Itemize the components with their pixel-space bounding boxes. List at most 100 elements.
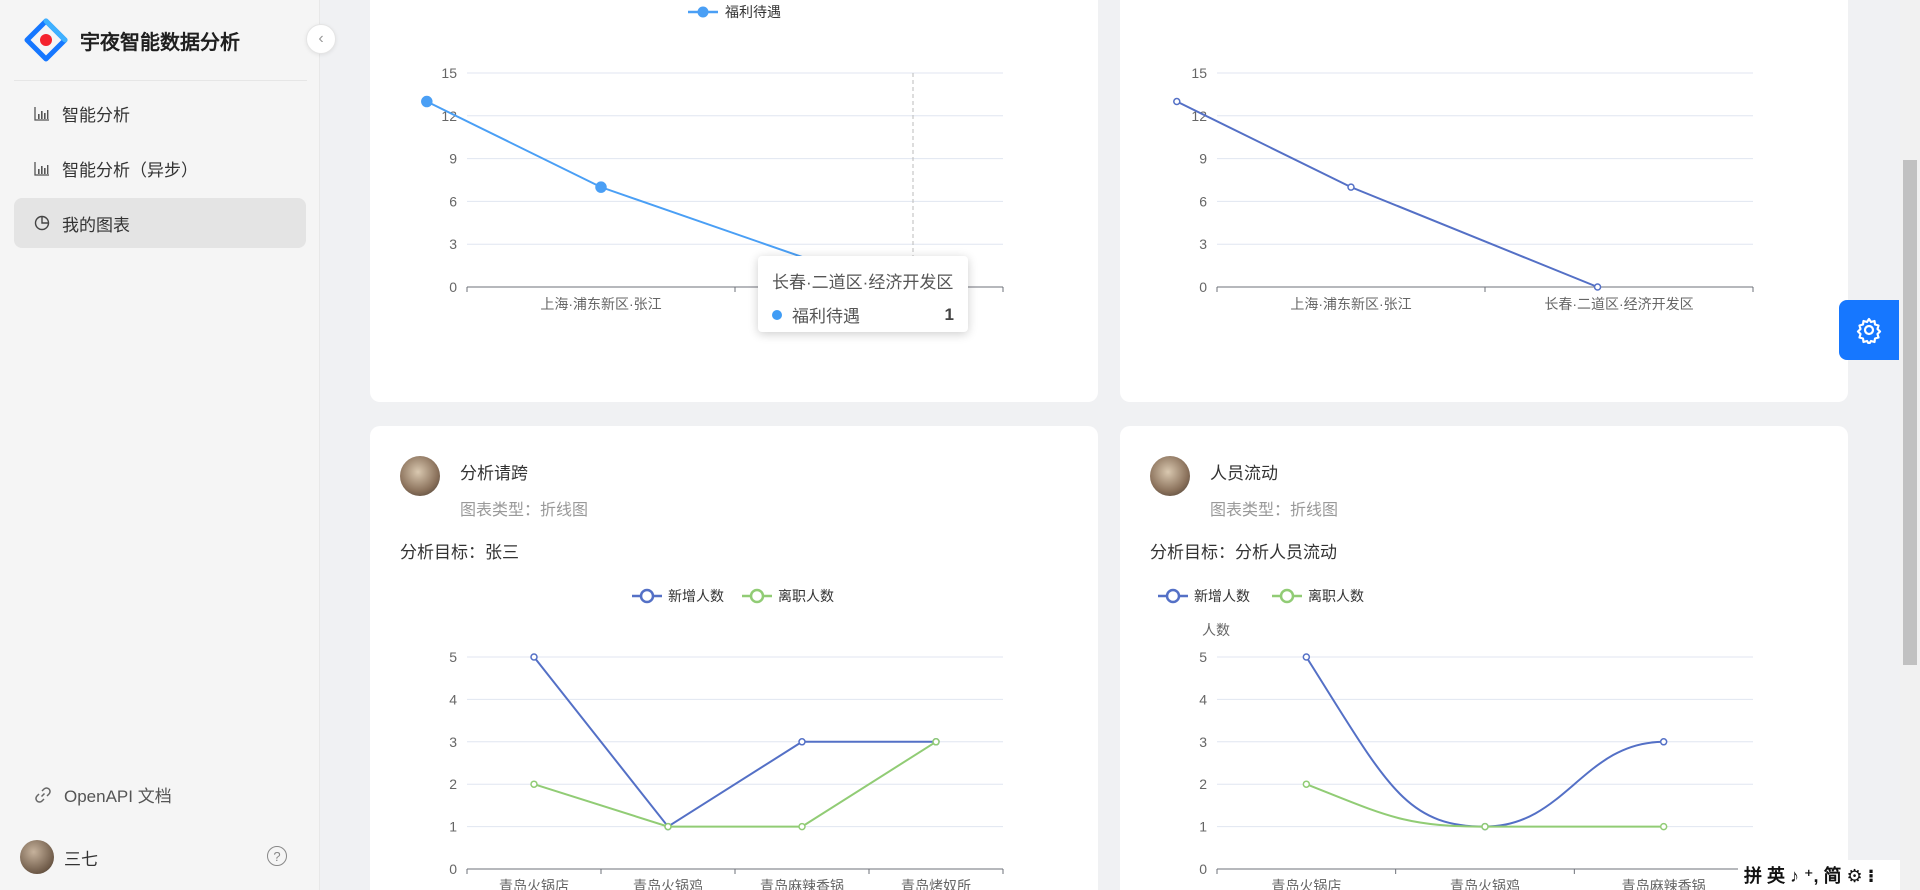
y-tick-label: 3 <box>1199 734 1207 750</box>
menu-item-my-charts[interactable]: 我的图表 <box>14 198 306 248</box>
y-tick-label: 1 <box>449 819 457 835</box>
y-tick-label: 0 <box>449 861 457 877</box>
legend[interactable]: 离职人数 <box>742 588 834 604</box>
data-point <box>1302 780 1311 788</box>
series-line <box>1305 783 1664 828</box>
ime-toolbar[interactable]: 拼 英 ♪ ⁺, 简 ⚙ ⁝ <box>1738 860 1900 890</box>
y-tick-label: 3 <box>449 734 457 750</box>
gear-icon <box>1856 317 1882 344</box>
data-point <box>1481 822 1489 831</box>
pie-chart-icon <box>34 215 50 231</box>
user-name: 三七 <box>64 849 98 869</box>
data-point <box>421 95 433 108</box>
x-tick-label: 青岛火锅店 <box>499 878 569 890</box>
x-tick-label: 青岛麻辣香锅 <box>1622 878 1706 890</box>
series-dot <box>772 309 782 320</box>
y-tick-label: 3 <box>1199 236 1207 252</box>
y-tick-label: 9 <box>1199 151 1207 167</box>
y-tick-label: 2 <box>1199 776 1207 792</box>
legend[interactable]: 福利待遇 <box>688 4 781 20</box>
x-tick-label: 上海·浦东新区·张江 <box>540 296 661 312</box>
chart-3: 新增人数 离职人数 0 1 2 3 4 5 青岛火锅店 青岛火锅鸡 青岛麻辣香锅 青岛烤奴所 <box>449 588 1004 890</box>
collapse-sidebar-button[interactable]: ‹ <box>306 24 336 54</box>
data-point <box>932 738 940 746</box>
data-point <box>1593 283 1602 291</box>
x-tick-label: 青岛烤奴所 <box>901 878 971 890</box>
user-profile[interactable]: 三七 ? <box>20 840 305 874</box>
ime-status: 拼 英 ♪ ⁺, 简 ⚙ ⁝ <box>1744 866 1875 886</box>
link-icon <box>35 786 51 803</box>
legend-label: 离职人数 <box>778 588 834 604</box>
legend[interactable]: 新增人数 <box>632 588 724 604</box>
data-point <box>798 738 806 746</box>
data-point <box>1659 738 1668 746</box>
chart-grid: 03691215上海·浦东新区·张江长春·二道区·经济开发区 <box>1191 65 1754 312</box>
x-tick-label: 上海·浦东新区·张江 <box>1290 296 1411 312</box>
chart-4: 新增人数 离职人数 人数 0 1 2 3 4 5 青岛火锅店 青岛火锅鸡 青岛麻辣香锅 <box>1158 588 1754 890</box>
legend-label: 新增人数 <box>1194 588 1250 604</box>
y-tick-label: 2 <box>449 776 457 792</box>
x-tick-label: 青岛麻辣香锅 <box>760 878 844 890</box>
data-point <box>530 780 538 788</box>
bar-chart-icon <box>34 105 50 121</box>
menu-item-smart-analysis[interactable]: 智能分析 <box>14 88 306 138</box>
sidebar: 宇夜智能数据分析 智能分析 智能分析（异步） 我的图表 OpenAPI 文档 三… <box>0 0 320 890</box>
menu-label: 智能分析（异步） <box>62 160 198 180</box>
x-tick-label: 青岛火锅鸡 <box>633 878 703 890</box>
series-line <box>1176 100 1598 288</box>
y-tick-label: 15 <box>1191 65 1207 81</box>
y-tick-label: 9 <box>449 151 457 167</box>
avatar[interactable] <box>20 840 54 874</box>
chart-2: 03691215上海·浦东新区·张江 长春·二道区·经济开发区 <box>1173 65 1754 312</box>
y-tick-label: 0 <box>449 279 457 295</box>
series-line <box>426 100 848 274</box>
scrollbar-thumb[interactable] <box>1903 160 1917 665</box>
y-axis-label: 人数 <box>1202 622 1230 638</box>
bar-chart-icon <box>34 160 50 176</box>
chart-series <box>1173 97 1602 291</box>
chart-card-1: 福利待遇 03691215上海·浦东新区·张江长春·二道区·经济开发区 <box>370 0 1098 402</box>
chart-card-4: 人员流动 图表类型：折线图 分析目标：分析人员流动 新增人数 离职人数 人数 0… <box>1120 426 1848 890</box>
page-scrollbar[interactable] <box>1900 0 1920 890</box>
y-tick-label: 6 <box>1199 193 1207 209</box>
brand-divider <box>14 80 307 81</box>
openapi-docs-link[interactable]: OpenAPI 文档 <box>34 782 172 807</box>
data-point <box>664 822 672 831</box>
data-point <box>1302 653 1311 661</box>
y-tick-label: 0 <box>1199 279 1207 295</box>
data-point <box>1347 183 1355 191</box>
tooltip-value: 1 <box>944 304 954 324</box>
data-point <box>798 822 806 831</box>
chart-card-2: 0 3 6 9 12 15 上海·浦东新区·张江 长春·二道区·经济开发区 <box>1120 0 1848 402</box>
data-point <box>595 181 607 193</box>
brand-title: 宇夜智能数据分析 <box>80 31 240 54</box>
tooltip-series: 福利待遇 <box>792 307 860 326</box>
legend-label: 新增人数 <box>668 588 724 604</box>
chart-series <box>421 95 854 279</box>
brand[interactable]: 宇夜智能数据分析 <box>24 18 240 62</box>
menu-item-smart-analysis-async[interactable]: 智能分析（异步） <box>14 143 306 193</box>
y-tick-label: 4 <box>1199 691 1207 707</box>
settings-button[interactable] <box>1839 300 1899 360</box>
x-tick-label: 青岛火锅鸡 <box>1450 878 1520 890</box>
help-icon[interactable]: ? <box>267 846 287 866</box>
chart-card-3: 分析请跨 图表类型：折线图 分析目标：张三 新增人数 离职人数 0 1 2 3 4 5 青岛… <box>370 426 1098 890</box>
y-tick-label: 5 <box>1199 649 1207 665</box>
y-tick-label: 3 <box>449 236 457 252</box>
tooltip-title: 长春·二道区·经济开发区 <box>772 273 954 292</box>
data-point <box>1659 822 1668 831</box>
y-tick-label: 5 <box>449 649 457 665</box>
y-tick-label: 4 <box>449 691 457 707</box>
y-tick-label: 6 <box>449 193 457 209</box>
legend-label: 离职人数 <box>1308 588 1364 604</box>
x-tick-label: 青岛火锅店 <box>1271 878 1341 890</box>
menu-label: 智能分析 <box>62 105 130 125</box>
data-point <box>530 653 538 661</box>
openapi-label: OpenAPI 文档 <box>64 787 172 806</box>
legend[interactable]: 离职人数 <box>1272 588 1364 604</box>
x-tick-label: 长春·二道区·经济开发区 <box>1544 296 1693 312</box>
chart-grid: 0 1 2 3 4 5 青岛火锅店 青岛火锅鸡 青岛麻辣香锅 <box>1199 649 1754 890</box>
legend[interactable]: 新增人数 <box>1158 588 1250 604</box>
legend-label: 福利待遇 <box>725 4 781 20</box>
y-tick-label: 0 <box>1199 861 1207 877</box>
